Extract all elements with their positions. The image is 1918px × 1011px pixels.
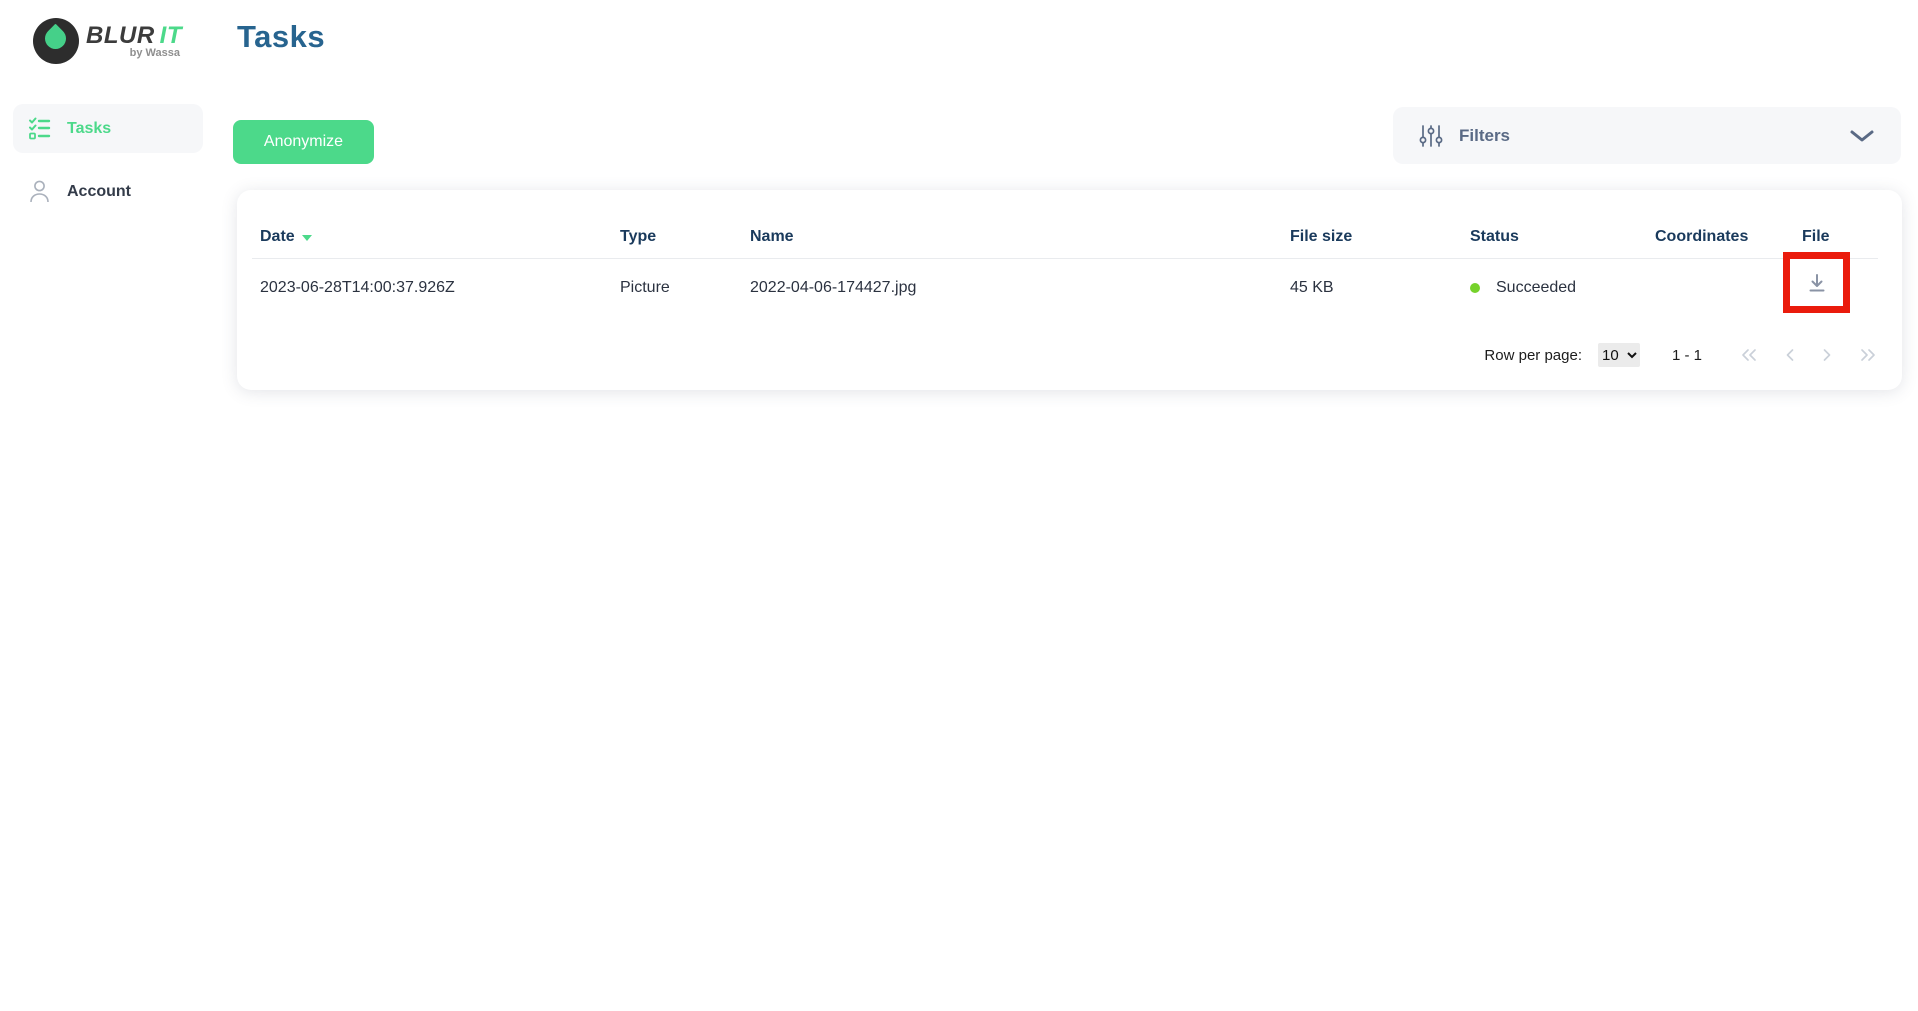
- sidebar-item-label: Tasks: [67, 120, 111, 138]
- download-highlight-box[interactable]: [1783, 252, 1850, 313]
- rows-per-page-label: Row per page:: [1484, 347, 1582, 364]
- sidebar-item-account[interactable]: Account: [13, 167, 203, 216]
- first-page-icon[interactable]: [1740, 348, 1758, 362]
- last-page-icon[interactable]: [1859, 348, 1877, 362]
- cell-file-size: 45 KB: [1290, 279, 1470, 297]
- cell-name: 2022-04-06-174427.jpg: [750, 279, 1290, 297]
- chevron-down-icon: [1849, 128, 1875, 144]
- cell-date: 2023-06-28T14:00:37.926Z: [260, 279, 620, 297]
- app-logo: BLURIT by Wassa: [33, 18, 182, 64]
- filters-toggle[interactable]: Filters: [1393, 107, 1901, 164]
- sort-desc-icon: [302, 235, 312, 241]
- rows-per-page-select[interactable]: 10: [1598, 343, 1640, 367]
- column-header-file: File: [1802, 228, 1878, 246]
- checklist-icon: [28, 116, 51, 141]
- download-icon[interactable]: [1806, 272, 1828, 294]
- column-header-status: Status: [1470, 228, 1655, 246]
- column-header-type: Type: [620, 228, 750, 246]
- brand-secondary: IT: [160, 22, 182, 49]
- anonymize-button[interactable]: Anonymize: [233, 120, 374, 164]
- status-dot-icon: [1470, 283, 1480, 293]
- status-label: Succeeded: [1496, 279, 1576, 297]
- sidebar-item-tasks[interactable]: Tasks: [13, 104, 203, 153]
- brand-primary: BLUR: [86, 22, 155, 49]
- cell-status: Succeeded: [1470, 279, 1655, 297]
- brand-text: BLURIT by Wassa: [86, 18, 182, 59]
- column-header-coordinates: Coordinates: [1655, 228, 1802, 246]
- sidebar: Tasks Account: [13, 104, 203, 230]
- sidebar-item-label: Account: [67, 183, 131, 201]
- filters-label: Filters: [1459, 126, 1510, 146]
- page-range: 1 - 1: [1672, 347, 1702, 364]
- cell-type: Picture: [620, 279, 750, 297]
- table-row: 2023-06-28T14:00:37.926Z Picture 2022-04…: [237, 259, 1902, 317]
- pagination: Row per page: 10 1 - 1: [1484, 335, 1877, 375]
- table-header-row: Date Type Name File size Status Coordina…: [237, 190, 1902, 258]
- tasks-table-card: Date Type Name File size Status Coordina…: [237, 190, 1902, 390]
- prev-page-icon[interactable]: [1785, 348, 1795, 362]
- column-header-date[interactable]: Date: [260, 228, 620, 246]
- person-icon: [28, 179, 51, 204]
- page-title: Tasks: [237, 19, 325, 55]
- logo-drop-icon: [33, 18, 79, 64]
- sliders-icon: [1419, 123, 1443, 149]
- column-header-file-size: File size: [1290, 228, 1470, 246]
- column-header-name: Name: [750, 228, 1290, 246]
- next-page-icon[interactable]: [1822, 348, 1832, 362]
